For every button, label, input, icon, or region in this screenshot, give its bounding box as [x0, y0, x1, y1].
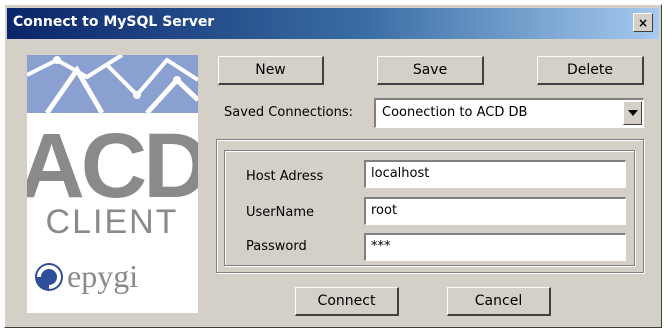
new-button[interactable]: New	[218, 56, 324, 85]
logo-node	[173, 76, 181, 84]
password-label: Password	[246, 239, 307, 254]
dialog-title: Connect to MySQL Server	[13, 14, 215, 30]
username-label: UserName	[246, 205, 314, 220]
acd-client-logo: ACD CLIENT epygi	[27, 55, 198, 313]
logo-node	[53, 56, 61, 64]
title-bar[interactable]: Connect to MySQL Server ×	[7, 8, 659, 39]
save-button[interactable]: Save	[377, 56, 484, 85]
dropdown-button[interactable]	[623, 101, 642, 125]
saved-connections-value: Coonection to ACD DB	[382, 105, 528, 120]
host-label: Host Adress	[246, 169, 324, 184]
chevron-down-icon	[627, 110, 638, 116]
host-field[interactable]: localhost	[364, 160, 626, 188]
epygi-logo-icon	[35, 263, 63, 291]
connect-button[interactable]: Connect	[295, 287, 399, 316]
password-field[interactable]: ***	[364, 233, 626, 261]
saved-connections-select[interactable]: Coonection to ACD DB	[374, 98, 644, 128]
saved-connections-label: Saved Connections:	[224, 105, 354, 120]
logo-node	[133, 91, 141, 99]
username-field[interactable]: root	[364, 197, 626, 225]
logo-text-sub: CLIENT	[46, 203, 179, 241]
logo-brand-text: epygi	[67, 258, 138, 294]
acd-client-logo-graphic: ACD CLIENT epygi	[27, 55, 198, 294]
delete-button[interactable]: Delete	[537, 56, 644, 85]
close-button[interactable]: ×	[633, 13, 653, 32]
cancel-button[interactable]: Cancel	[447, 287, 551, 316]
close-icon: ×	[637, 15, 649, 30]
logo-text-main: ACD	[27, 115, 198, 217]
